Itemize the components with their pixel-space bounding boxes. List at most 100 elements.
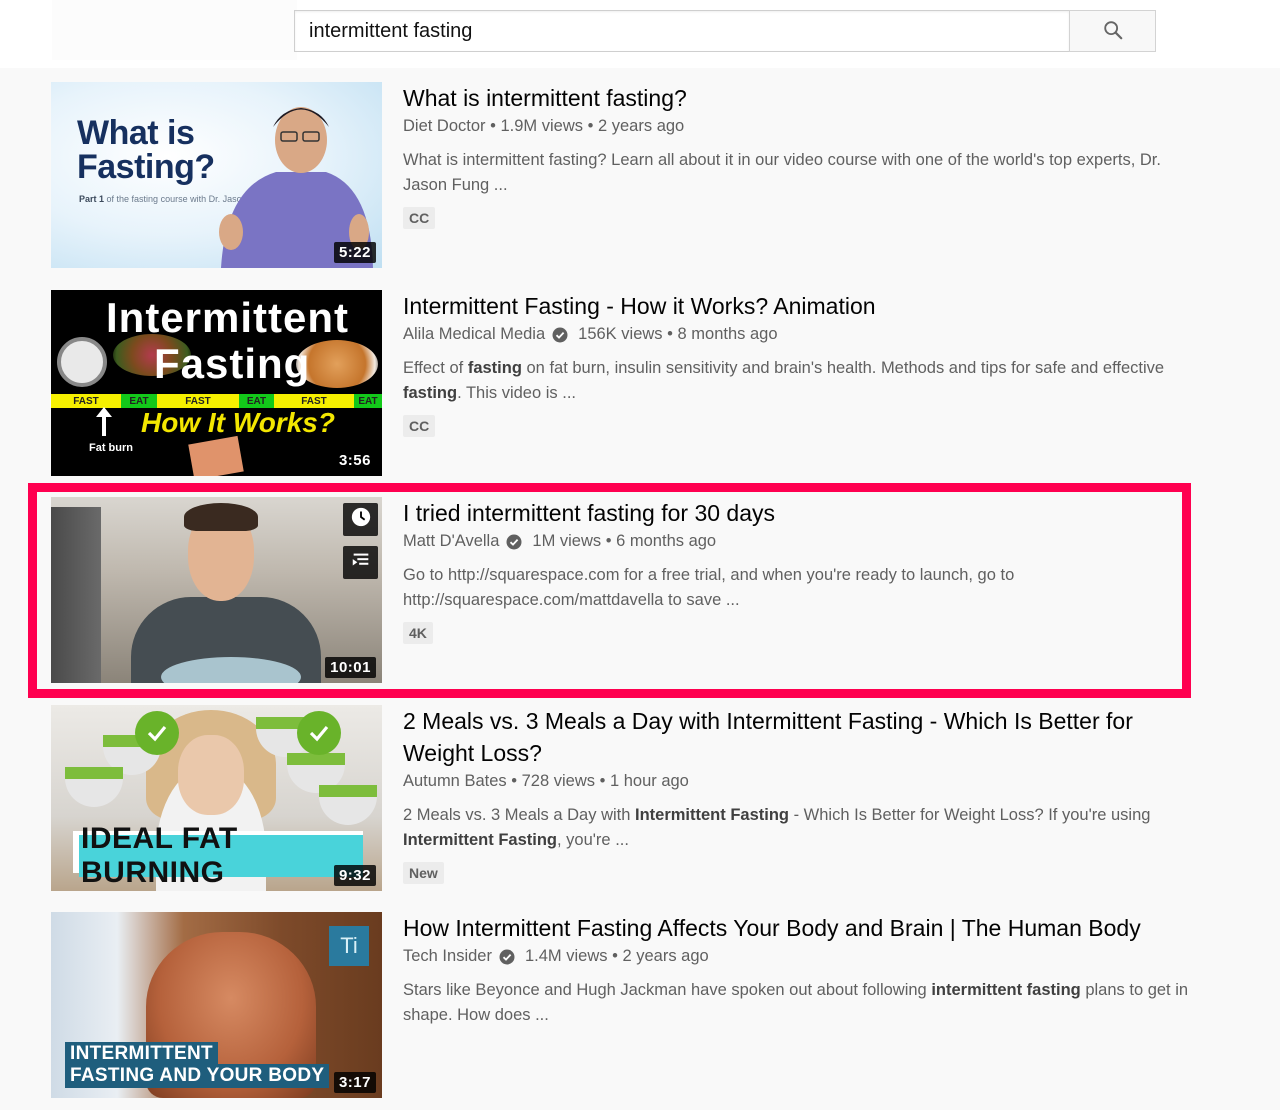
bar-segment: FAST: [51, 394, 121, 408]
masthead: [0, 0, 1280, 68]
fridge-image: [51, 507, 101, 683]
description-keyword: intermittent fasting: [931, 981, 1081, 999]
check-icon: [297, 711, 341, 755]
video-title[interactable]: Intermittent Fasting - How it Works? Ani…: [403, 290, 1203, 322]
channel-name[interactable]: Autumn Bates: [403, 769, 507, 793]
clock-image: [57, 337, 107, 387]
search-form: [294, 10, 1156, 52]
video-thumbnail[interactable]: IDEAL FAT BURNING 9:32: [51, 705, 382, 891]
bar-segment: EAT: [354, 394, 382, 408]
description-keyword: fasting: [467, 359, 522, 377]
upload-age: 2 years ago: [598, 117, 685, 135]
paper-image: [188, 435, 244, 476]
thumbnail-fat-burn: Fat burn: [89, 442, 133, 454]
description-text: , you're ...: [557, 830, 629, 849]
description-text: . This video is ...: [457, 383, 577, 402]
bar-segment: EAT: [121, 394, 157, 408]
faded-logo: [52, 0, 297, 60]
quality-badge: 4K: [403, 622, 433, 644]
channel-name[interactable]: Tech Insider: [403, 944, 492, 968]
description-text: Effect of: [403, 359, 468, 377]
person-face: [178, 735, 244, 815]
fast-eat-bar: FAST EAT FAST EAT FAST EAT: [51, 394, 382, 408]
thumbnail-caption-1: INTERMITTENT: [65, 1042, 218, 1066]
video-meta: Matt D'Avella 1M views • 6 months ago: [403, 529, 1203, 553]
watch-later-button[interactable]: [343, 503, 378, 536]
view-count: 728 views: [521, 772, 595, 790]
video-duration: 10:01: [325, 657, 376, 678]
description-keyword: fasting: [403, 383, 458, 402]
description-text: on fat burn, insulin sensitivity and bra…: [521, 359, 1165, 377]
description-text: Stars like Beyonce and Hugh Jackman have…: [403, 981, 932, 999]
up-arrow-shaft: [102, 410, 106, 436]
channel-name[interactable]: Matt D'Avella: [403, 529, 499, 553]
meta-separator: •: [511, 772, 518, 790]
video-title[interactable]: 2 Meals vs. 3 Meals a Day with Intermitt…: [403, 705, 1203, 769]
new-badge: New: [403, 862, 444, 884]
video-meta: Tech Insider 1.4M views • 2 years ago: [403, 944, 1203, 968]
video-result[interactable]: What is Fasting? Part 1 of the fasting c…: [51, 82, 1201, 268]
video-duration: 3:56: [338, 452, 371, 469]
video-description: Go to http://squarespace.com for a free …: [403, 563, 1203, 612]
description-keyword: Intermittent Fasting: [403, 830, 558, 849]
meta-separator: •: [490, 117, 496, 135]
video-duration: 5:22: [333, 242, 376, 263]
upload-age: 8 months ago: [677, 325, 778, 343]
meta-separator: •: [667, 325, 673, 343]
meta-separator: •: [612, 947, 618, 965]
upload-age: 2 years ago: [622, 947, 709, 965]
add-to-queue-button[interactable]: [343, 546, 378, 579]
video-title[interactable]: What is intermittent fasting?: [403, 82, 1203, 114]
cc-badge: CC: [403, 207, 436, 229]
check-icon: [135, 711, 179, 755]
view-count: 1M views: [532, 532, 602, 550]
channel-name[interactable]: Diet Doctor: [403, 114, 486, 138]
video-result[interactable]: IDEAL FAT BURNING 9:32 2 Meals vs. 3 Mea…: [51, 705, 1201, 891]
video-duration: 9:32: [333, 865, 376, 886]
video-info: 2 Meals vs. 3 Meals a Day with Intermitt…: [403, 705, 1203, 884]
thumbnail-subtitle-bold: Part 1: [79, 194, 105, 204]
search-button[interactable]: [1069, 10, 1156, 52]
person-hair: [184, 503, 258, 531]
video-result[interactable]: 10:01 I tried intermittent fasting for 3…: [51, 497, 1201, 683]
video-thumbnail[interactable]: Ti INTERMITTENT FASTING AND YOUR BODY 3:…: [51, 912, 382, 1098]
video-meta: Alila Medical Media 156K views • 8 month…: [403, 322, 1203, 346]
video-result[interactable]: Ti INTERMITTENT FASTING AND YOUR BODY 3:…: [51, 912, 1201, 1098]
watch-later-icon: [350, 506, 372, 533]
upload-age: 1 hour ago: [609, 772, 689, 790]
meta-separator: •: [599, 772, 606, 790]
view-count: 156K views: [578, 325, 663, 343]
verified-icon: [506, 533, 522, 550]
thumbnail-how: How It Works?: [141, 407, 335, 438]
video-thumbnail[interactable]: Intermittent Fasting FAST EAT FAST EAT F…: [51, 290, 382, 476]
tech-insider-logo: Ti: [329, 926, 369, 966]
description-text: Go to http://squarespace.com for a free …: [403, 566, 1015, 609]
view-count: 1.9M views: [500, 117, 584, 135]
meta-separator: •: [605, 532, 612, 550]
video-result[interactable]: Intermittent Fasting FAST EAT FAST EAT F…: [51, 290, 1201, 476]
channel-name[interactable]: Alila Medical Media: [403, 322, 545, 346]
view-count: 1.4M views: [524, 947, 608, 965]
thumbnail-caption-2: FASTING AND YOUR BODY: [65, 1064, 330, 1088]
video-info: Intermittent Fasting - How it Works? Ani…: [403, 290, 1203, 437]
video-title[interactable]: How Intermittent Fasting Affects Your Bo…: [403, 912, 1203, 944]
video-meta: Autumn Bates • 728 views • 1 hour ago: [403, 769, 1203, 793]
description-text: 2 Meals vs. 3 Meals a Day with: [403, 806, 635, 824]
add-to-queue-icon: [350, 549, 372, 576]
video-duration: 3:17: [333, 1072, 376, 1093]
video-thumbnail[interactable]: 10:01: [51, 497, 382, 683]
video-thumbnail[interactable]: What is Fasting? Part 1 of the fasting c…: [51, 82, 382, 268]
salad-bowl-icon: [65, 767, 123, 807]
video-info: How Intermittent Fasting Affects Your Bo…: [403, 912, 1203, 1027]
description-text: What is intermittent fasting? Learn all …: [403, 151, 1161, 194]
upload-age: 6 months ago: [616, 532, 717, 550]
search-input[interactable]: [294, 10, 1069, 52]
video-description: Effect of fasting on fat burn, insulin s…: [403, 356, 1203, 405]
video-title[interactable]: I tried intermittent fasting for 30 days: [403, 497, 1203, 529]
video-info: What is intermittent fasting? Diet Docto…: [403, 82, 1203, 229]
video-info: I tried intermittent fasting for 30 days…: [403, 497, 1203, 644]
bar-segment: EAT: [239, 394, 274, 408]
video-description: What is intermittent fasting? Learn all …: [403, 148, 1203, 197]
thumbnail-headline: What is Fasting?: [77, 114, 215, 186]
description-keyword: Intermittent Fasting: [635, 806, 790, 824]
